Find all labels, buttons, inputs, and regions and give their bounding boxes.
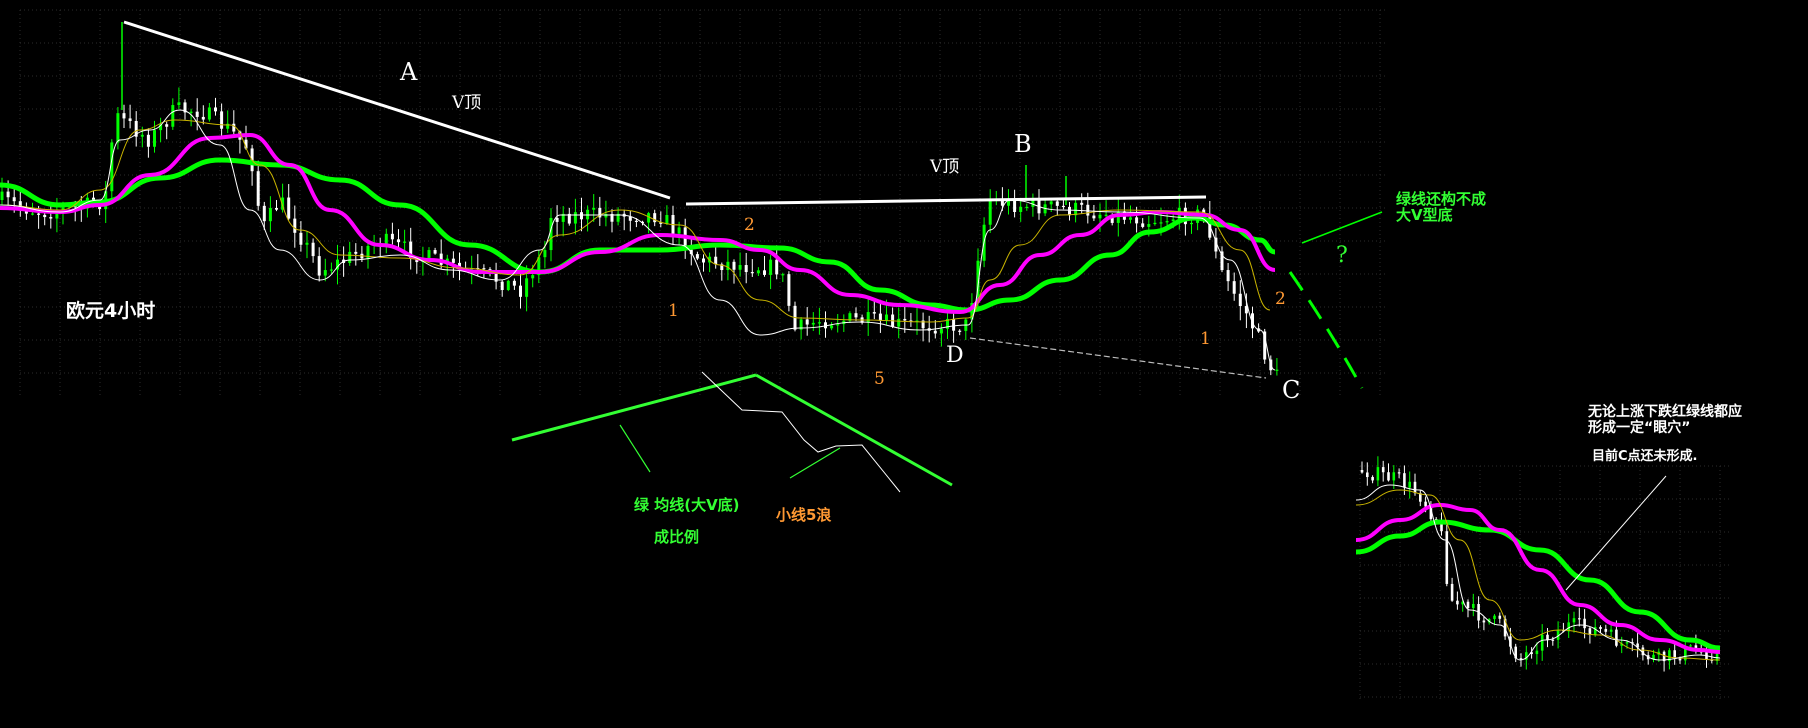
inset-chart-grid: [1359, 465, 1730, 700]
inset-note-line1: 无论上涨下跌红绿线都应: [1587, 403, 1742, 420]
trendline-dc: [969, 337, 1267, 379]
main-ma-magenta-line: [0, 133, 1276, 314]
arrow-to-green-line: [1301, 211, 1383, 244]
small-wave-note: 小线5浪: [776, 506, 831, 524]
inset-note-line3: 目前C点还未形成.: [1592, 448, 1697, 464]
sketch-down-line: [755, 373, 953, 487]
wave-label-2b: 2: [1275, 289, 1286, 309]
green-note-line2: 大V型底: [1396, 206, 1453, 224]
wave-label-1a: 1: [668, 301, 679, 321]
inset-ma-yellow-line: [1355, 489, 1721, 661]
sketch-up-line: [511, 373, 757, 442]
label-v-top-1: V顶: [451, 93, 481, 113]
trendline-b: [685, 195, 1207, 206]
chart-title: 欧元4小时: [66, 299, 155, 322]
chart-canvas: 欧元4小时 A V顶 B V顶 C D 1 2 5 1 2 ? 绿线还构不成 大…: [0, 9, 1742, 700]
label-point-a: A: [399, 58, 418, 86]
label-v-top-2: V顶: [929, 157, 959, 177]
sketch-small-wave: [701, 371, 901, 493]
sketch-arrow-a: [619, 424, 651, 473]
inset-note-line2: 形成一定“眼穴”: [1588, 419, 1690, 436]
trendline-a: [123, 20, 671, 200]
green-ma-note: 绿 均线(大V底): [634, 496, 740, 514]
label-point-b: B: [1014, 130, 1032, 158]
inset-ma-green-line: [1355, 519, 1721, 651]
proportion-note: 成比例: [654, 528, 699, 546]
projection-dashed-curve: [1288, 271, 1364, 389]
wave-label-1b: 1: [1200, 329, 1211, 349]
wave-label-2a: 2: [744, 215, 755, 235]
inset-ma-white-line: [1355, 484, 1721, 661]
wave-label-5: 5: [874, 369, 885, 389]
inset-note-pointer: [1565, 475, 1667, 591]
question-mark: ?: [1336, 243, 1348, 268]
label-point-c: C: [1282, 376, 1300, 404]
sketch-arrow-b: [789, 447, 841, 479]
label-point-d: D: [946, 343, 964, 368]
